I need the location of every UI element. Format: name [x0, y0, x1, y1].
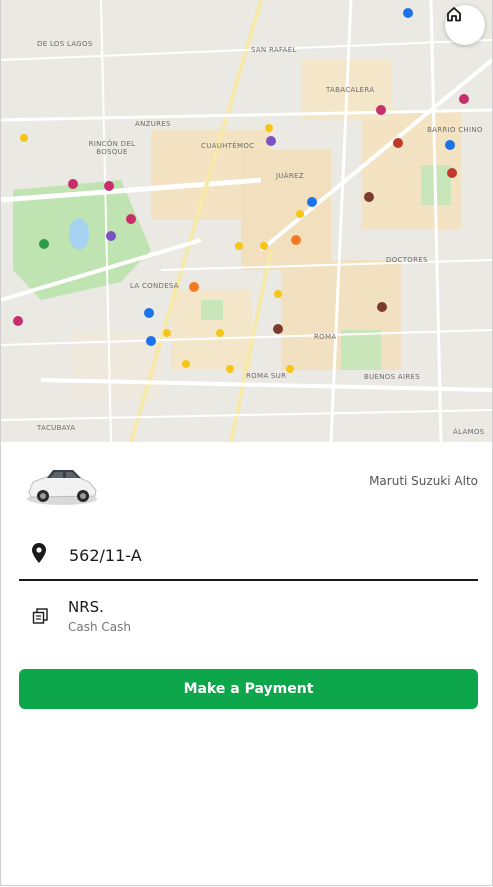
vehicle-info: Maruti Suzuki Alto — [1, 456, 492, 516]
make-payment-button[interactable]: Make a Payment — [19, 669, 478, 709]
map-label: TACUBAYA — [37, 424, 76, 432]
pickup-location[interactable] — [19, 533, 478, 581]
app-screen: DE LOS LAGOS SAN RAFAEL TABACALERA RINCÓ… — [0, 0, 493, 886]
map-label: LA CONDESA — [130, 282, 179, 290]
map-label: CUAUHTÉMOC — [201, 142, 255, 150]
map-label: BUENOS AIRES — [364, 373, 420, 381]
cash-icon — [32, 608, 48, 624]
payment-method-label: Cash Cash — [68, 620, 131, 634]
location-input[interactable] — [69, 539, 459, 571]
map-label: JUÁREZ — [276, 172, 304, 180]
map-label: DE LOS LAGOS — [37, 40, 93, 48]
map-label: SAN RAFAEL — [251, 46, 297, 54]
payment-currency: NRS. — [68, 598, 104, 616]
car-icon — [27, 470, 97, 505]
map-label: ROMA — [314, 333, 337, 341]
map-label: ANZURES — [135, 120, 171, 128]
location-pin-icon — [32, 543, 46, 563]
map-label: BARRIO CHINO — [427, 126, 483, 134]
payment-method[interactable]: NRS. Cash Cash — [19, 596, 478, 642]
map-label: TABACALERA — [326, 86, 375, 94]
map-label: RINCÓN DEL BOSQUE — [88, 140, 136, 156]
map-view[interactable]: DE LOS LAGOS SAN RAFAEL TABACALERA RINCÓ… — [1, 0, 492, 442]
home-icon — [447, 7, 461, 22]
home-button[interactable] — [445, 5, 485, 45]
car-model: Maruti Suzuki Alto — [369, 474, 478, 488]
map-label: ROMA SUR — [246, 372, 287, 380]
map-label: DOCTORES — [386, 256, 428, 264]
map-label: ÁLAMOS — [453, 428, 485, 436]
